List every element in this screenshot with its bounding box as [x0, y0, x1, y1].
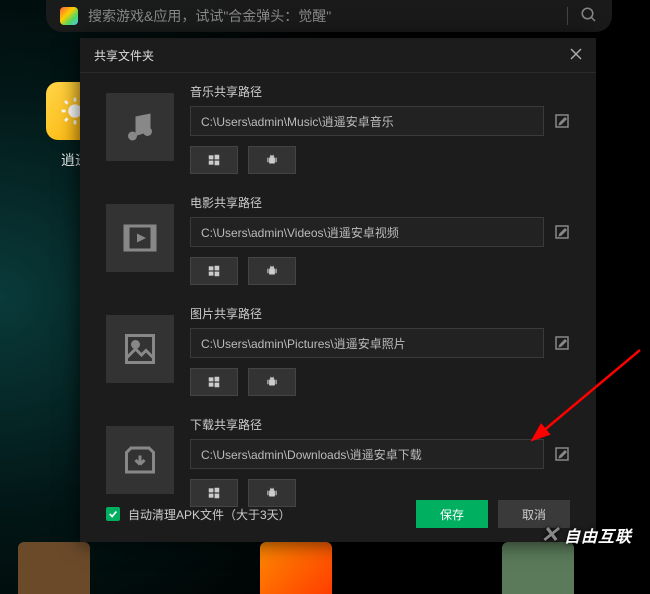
- path-input[interactable]: [190, 217, 544, 247]
- android-button[interactable]: [248, 257, 296, 285]
- shared-folder-dialog: 共享文件夹 音乐共享路径电影共享路径图片共享路径下载共享路径 自动清理APK文件…: [80, 38, 596, 542]
- edit-path-button[interactable]: [554, 446, 570, 462]
- android-button[interactable]: [248, 368, 296, 396]
- dialog-title: 共享文件夹: [94, 47, 570, 64]
- android-button[interactable]: [248, 146, 296, 174]
- watermark: ✕ 自由互联: [541, 522, 632, 548]
- thumbnail[interactable]: [502, 542, 574, 594]
- bottom-thumbnails: [18, 542, 632, 594]
- dialog-header: 共享文件夹: [80, 38, 596, 73]
- save-button[interactable]: 保存: [416, 500, 488, 528]
- thumbnail[interactable]: [260, 542, 332, 594]
- auto-clean-checkbox[interactable]: [106, 507, 120, 521]
- windows-button[interactable]: [190, 146, 238, 174]
- path-input[interactable]: [190, 439, 544, 469]
- video-icon: [106, 204, 174, 272]
- dialog-footer: 自动清理APK文件（大于3天） 保存 取消: [106, 500, 570, 528]
- windows-button[interactable]: [190, 368, 238, 396]
- search-icon[interactable]: [580, 6, 598, 27]
- share-row: 电影共享路径: [106, 194, 570, 285]
- search-bar[interactable]: 搜索游戏&应用，试试"合金弹头：觉醒": [46, 0, 612, 32]
- path-label: 音乐共享路径: [190, 83, 570, 100]
- share-row: 音乐共享路径: [106, 83, 570, 174]
- divider: [567, 7, 568, 25]
- path-label: 电影共享路径: [190, 194, 570, 211]
- path-input[interactable]: [190, 106, 544, 136]
- image-icon: [106, 315, 174, 383]
- share-row: 图片共享路径: [106, 305, 570, 396]
- edit-path-button[interactable]: [554, 113, 570, 129]
- path-input[interactable]: [190, 328, 544, 358]
- close-button[interactable]: [570, 48, 582, 63]
- thumbnail[interactable]: [18, 542, 90, 594]
- path-label: 下载共享路径: [190, 416, 570, 433]
- music-icon: [106, 93, 174, 161]
- app-logo-icon: [60, 7, 78, 25]
- watermark-x-icon: ✕: [541, 522, 560, 548]
- share-row: 下载共享路径: [106, 416, 570, 507]
- search-placeholder: 搜索游戏&应用，试试"合金弹头：觉醒": [88, 6, 555, 26]
- path-label: 图片共享路径: [190, 305, 570, 322]
- edit-path-button[interactable]: [554, 224, 570, 240]
- download-icon: [106, 426, 174, 494]
- watermark-text: 自由互联: [564, 523, 632, 547]
- windows-button[interactable]: [190, 257, 238, 285]
- edit-path-button[interactable]: [554, 335, 570, 351]
- auto-clean-label: 自动清理APK文件（大于3天）: [128, 506, 406, 523]
